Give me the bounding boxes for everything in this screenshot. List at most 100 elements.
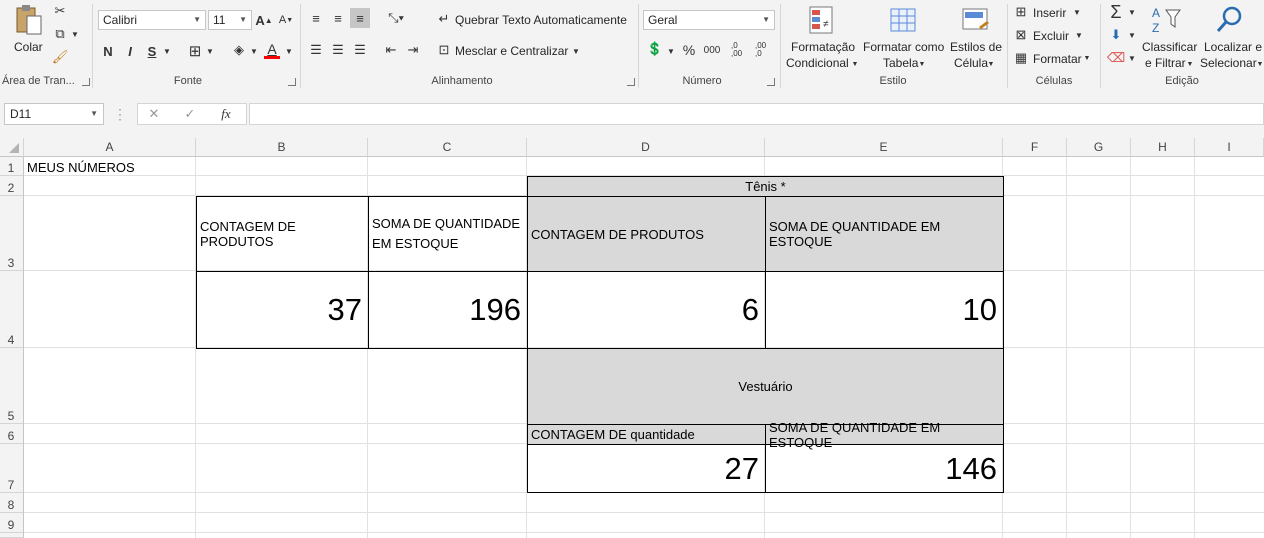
conditional-formatting-label-1[interactable]: Formatação bbox=[791, 40, 855, 54]
chevron-down-icon[interactable]: ▼ bbox=[1127, 29, 1137, 41]
chevron-down-icon[interactable]: ▼ bbox=[1074, 29, 1084, 41]
chevron-down-icon[interactable]: ▼ bbox=[571, 44, 581, 58]
paste-button[interactable]: Colar bbox=[14, 40, 43, 54]
cell-styles-label-2[interactable]: Célula bbox=[954, 56, 988, 70]
chevron-down-icon[interactable]: ▼ bbox=[284, 44, 294, 58]
align-top-icon[interactable]: ≡ bbox=[308, 10, 324, 26]
format-as-table-label-2[interactable]: Tabela bbox=[883, 56, 918, 70]
chevron-down-icon[interactable]: ▼ bbox=[1127, 52, 1137, 64]
percent-button[interactable]: % bbox=[681, 42, 697, 58]
wrap-text-button[interactable]: Quebrar Texto Automaticamente bbox=[455, 13, 627, 27]
row-header[interactable]: 6 bbox=[0, 424, 24, 444]
chevron-down-icon[interactable]: ▼ bbox=[70, 28, 80, 40]
shrink-font-icon[interactable]: A ▼ bbox=[278, 12, 294, 28]
cut-icon[interactable]: ✂ bbox=[52, 3, 68, 19]
row-header[interactable] bbox=[0, 533, 24, 538]
cell-D4[interactable]: 6 bbox=[527, 271, 766, 349]
chevron-down-icon[interactable]: ▼ bbox=[851, 58, 859, 70]
sort-filter-label-1[interactable]: Classificar bbox=[1142, 40, 1197, 54]
conditional-formatting-icon[interactable]: ≠ bbox=[806, 4, 838, 36]
wrap-text-icon[interactable]: ↵ bbox=[436, 11, 452, 27]
underline-button[interactable]: S bbox=[144, 43, 160, 59]
column-header[interactable]: C bbox=[368, 138, 527, 157]
font-launcher-icon[interactable] bbox=[288, 78, 296, 86]
font-name-combo[interactable]: Calibri ▼ bbox=[98, 10, 206, 30]
select-all-corner[interactable] bbox=[0, 138, 24, 157]
copy-icon[interactable]: ⧉ bbox=[52, 26, 68, 42]
format-as-table-icon[interactable] bbox=[888, 4, 920, 36]
row-header[interactable]: 3 bbox=[0, 196, 24, 271]
align-right-icon[interactable]: ☰ bbox=[352, 42, 368, 58]
chevron-down-icon[interactable]: ▼ bbox=[1256, 58, 1264, 70]
chevron-down-icon[interactable]: ▼ bbox=[1127, 6, 1137, 18]
cell-A1[interactable]: MEUS NÚMEROS bbox=[27, 159, 135, 177]
chevron-down-icon[interactable]: ▼ bbox=[987, 58, 995, 70]
column-header[interactable]: F bbox=[1003, 138, 1067, 157]
clear-icon[interactable]: ⌫ bbox=[1107, 50, 1125, 66]
row-header[interactable]: 7 bbox=[0, 444, 24, 493]
currency-icon[interactable]: 💲 bbox=[646, 40, 664, 58]
clipboard-launcher-icon[interactable] bbox=[82, 78, 90, 86]
cancel-icon[interactable]: ✕ bbox=[144, 106, 164, 122]
cell-E7[interactable]: 146 bbox=[765, 444, 1004, 493]
format-cells-button[interactable]: Formatar bbox=[1033, 52, 1082, 66]
row-header[interactable]: 9 bbox=[0, 513, 24, 533]
delete-cells-icon[interactable]: ⊠ bbox=[1013, 27, 1029, 43]
alignment-launcher-icon[interactable] bbox=[627, 78, 635, 86]
cell-E4[interactable]: 10 bbox=[765, 271, 1004, 349]
chevron-down-icon[interactable]: ▼ bbox=[1072, 6, 1082, 18]
bold-button[interactable]: N bbox=[100, 43, 116, 59]
cell-B4[interactable]: 37 bbox=[196, 271, 369, 349]
merge-center-button[interactable]: Mesclar e Centralizar bbox=[455, 44, 568, 58]
chevron-down-icon[interactable]: ▼ bbox=[918, 58, 926, 70]
row-header[interactable]: 8 bbox=[0, 493, 24, 513]
column-header[interactable]: G bbox=[1067, 138, 1131, 157]
cell-C3[interactable]: SOMA DE QUANTIDADE EM ESTOQUE bbox=[368, 196, 528, 272]
cell-styles-icon[interactable] bbox=[960, 4, 992, 36]
cell-E6[interactable]: SOMA DE QUANTIDADE EM ESTOQUE bbox=[765, 420, 1004, 450]
find-select-label-1[interactable]: Localizar e bbox=[1204, 40, 1262, 54]
cell-B3[interactable]: CONTAGEM DE PRODUTOS bbox=[196, 196, 369, 272]
merge-center-icon[interactable]: ⊡ bbox=[436, 42, 452, 58]
row-header[interactable]: 2 bbox=[0, 176, 24, 196]
enter-icon[interactable]: ✓ bbox=[180, 106, 200, 122]
cell-D7[interactable]: 27 bbox=[527, 444, 766, 493]
borders-icon[interactable]: ⊞ bbox=[186, 43, 204, 60]
column-header[interactable]: I bbox=[1195, 138, 1264, 157]
row-header[interactable]: 4 bbox=[0, 271, 24, 348]
delete-cells-button[interactable]: Excluir bbox=[1033, 29, 1069, 43]
chevron-down-icon[interactable]: ▼ bbox=[1083, 52, 1091, 64]
insert-cells-icon[interactable]: ⊞ bbox=[1013, 4, 1029, 20]
number-launcher-icon[interactable] bbox=[767, 78, 775, 86]
number-format-combo[interactable]: Geral ▼ bbox=[643, 10, 775, 30]
formula-input[interactable] bbox=[249, 103, 1264, 125]
decrease-decimal-button[interactable]: ,00 ,0 bbox=[755, 40, 773, 60]
insert-function-icon[interactable]: fx bbox=[216, 106, 236, 122]
autosum-icon[interactable]: Σ bbox=[1106, 2, 1126, 22]
sort-filter-label-2[interactable]: e Filtrar bbox=[1145, 56, 1186, 70]
chevron-down-icon[interactable]: ▼ bbox=[205, 44, 215, 58]
cell-E3[interactable]: SOMA DE QUANTIDADE EM ESTOQUE bbox=[765, 196, 1004, 272]
conditional-formatting-label-2[interactable]: Condicional bbox=[786, 56, 849, 70]
column-header[interactable]: E bbox=[765, 138, 1003, 157]
cell-D2-merged[interactable]: Tênis * bbox=[527, 176, 1004, 197]
cell-D6[interactable]: CONTAGEM DE quantidade bbox=[527, 424, 766, 445]
find-select-label-2[interactable]: Selecionar bbox=[1200, 56, 1257, 70]
grow-font-icon[interactable]: A ▲ bbox=[255, 12, 272, 28]
search-icon[interactable] bbox=[1214, 4, 1246, 36]
thousands-button[interactable]: 000 bbox=[701, 42, 723, 58]
sort-filter-icon[interactable]: AZ bbox=[1150, 4, 1182, 36]
align-left-icon[interactable]: ☰ bbox=[308, 42, 324, 58]
cell-styles-label-1[interactable]: Estilos de bbox=[950, 40, 1002, 54]
column-header[interactable]: B bbox=[196, 138, 368, 157]
worksheet-grid[interactable]: ABCDEFGHI 1 2 3 4 5 6 7 8 9 MEUS NÚMEROS CONTAGE… bbox=[0, 138, 1264, 538]
fill-color-icon[interactable]: ◈ bbox=[230, 41, 248, 59]
font-color-icon[interactable]: A bbox=[264, 40, 280, 60]
decrease-indent-icon[interactable]: ⇤ bbox=[383, 42, 399, 58]
chevron-down-icon[interactable]: ▼ bbox=[1186, 58, 1194, 70]
cell-C4[interactable]: 196 bbox=[368, 271, 528, 349]
format-painter-icon[interactable]: 🖌 bbox=[52, 49, 69, 65]
column-header[interactable]: H bbox=[1131, 138, 1195, 157]
font-size-combo[interactable]: 11 ▼ bbox=[208, 10, 252, 30]
column-header[interactable]: D bbox=[527, 138, 765, 157]
